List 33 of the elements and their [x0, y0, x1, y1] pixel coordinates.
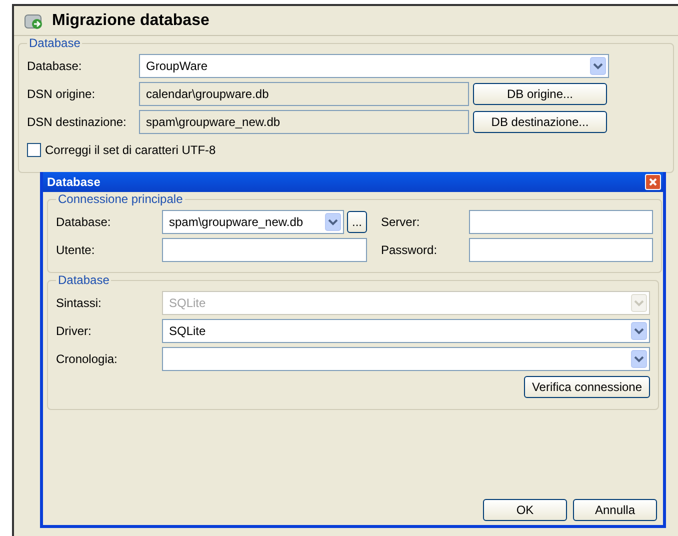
field-label: DSN destinazione: — [27, 115, 128, 129]
user-field[interactable] — [162, 238, 367, 262]
dropdown-field[interactable]: SQLite — [162, 319, 650, 343]
group-legend: Database — [27, 36, 82, 50]
field-label: Database: — [27, 59, 83, 73]
checkbox[interactable] — [27, 143, 41, 157]
password-field[interactable] — [469, 238, 653, 262]
field-label: Utente: — [56, 243, 96, 257]
dropdown-field[interactable] — [162, 347, 650, 371]
field-label: Database: — [56, 215, 112, 229]
field-label: Sintassi: — [56, 296, 102, 310]
browse-button[interactable]: DB destinazione... — [473, 111, 607, 133]
database-dropdown[interactable]: GroupWare — [139, 54, 609, 78]
dialog-button[interactable]: Annulla — [573, 499, 657, 521]
group-legend: Connessione principale — [56, 192, 185, 206]
database-dropdown[interactable]: spam\groupware_new.db — [162, 210, 344, 234]
field-label: Driver: — [56, 324, 92, 338]
field-label: Server: — [381, 215, 421, 229]
dsn-field[interactable]: spam\groupware_new.db — [139, 110, 469, 134]
group-legend: Database — [56, 273, 112, 287]
field-label: Cronologia: — [56, 352, 118, 366]
test-connection-button[interactable]: Verifica connessione — [524, 376, 650, 398]
field-label: DSN origine: — [27, 87, 96, 101]
checkbox-label: Correggi il set di caratteri UTF-8 — [45, 143, 216, 157]
close-icon[interactable] — [645, 174, 661, 190]
browse-button[interactable]: DB origine... — [473, 83, 607, 105]
browse-button[interactable]: ... — [347, 211, 367, 233]
dialog-button[interactable]: OK — [483, 499, 567, 521]
dsn-field[interactable]: calendar\groupware.db — [139, 82, 469, 106]
dialog-title: Database — [47, 175, 100, 189]
window-title: Migrazione database — [52, 12, 210, 30]
field-label: Password: — [381, 243, 438, 257]
server-field[interactable] — [469, 210, 653, 234]
